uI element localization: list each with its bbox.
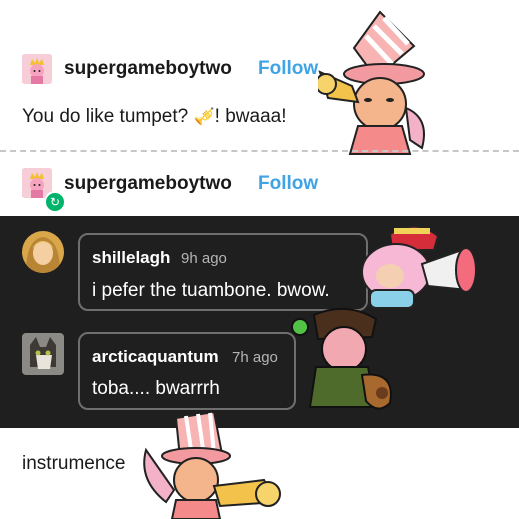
- comment-username[interactable]: arcticaquantum: [92, 347, 219, 367]
- comment-text: i pefer the tuambone. bwow.: [92, 280, 330, 301]
- trumpet-cookie-sticker: [318, 10, 425, 155]
- post-separator: [0, 150, 519, 152]
- cat-avatar-icon: [22, 333, 64, 375]
- post-text-after: ! bwaaa!: [214, 106, 287, 127]
- post-text: You do like tumpet?: [22, 106, 189, 127]
- trumpet-emoji: 🎺: [193, 107, 215, 126]
- follow-button[interactable]: Follow: [258, 173, 318, 195]
- drum-cookie-sticker: [361, 225, 477, 309]
- post-username[interactable]: supergameboytwo: [64, 173, 232, 195]
- comment-username[interactable]: shillelagh: [92, 248, 170, 268]
- post-text: instrumence: [22, 453, 126, 474]
- avatar[interactable]: [22, 231, 64, 273]
- reblog-icon: ↻: [44, 191, 66, 213]
- follow-button[interactable]: Follow: [258, 58, 318, 80]
- comment-text: toba.... bwarrrh: [92, 378, 220, 399]
- avatar[interactable]: [22, 333, 64, 375]
- princess-avatar-icon: [22, 54, 52, 84]
- comment-timestamp: 9h ago: [181, 250, 227, 267]
- character-avatar-icon: [22, 231, 64, 273]
- post-username[interactable]: supergameboytwo: [64, 58, 232, 80]
- comment-timestamp: 7h ago: [232, 349, 278, 366]
- tuba-cookie-sticker: [291, 307, 392, 410]
- post-body: You do like tumpet? 🎺! bwaaa!: [22, 106, 286, 128]
- trumpet-cookie-sticker: [143, 410, 281, 519]
- avatar[interactable]: [22, 54, 52, 84]
